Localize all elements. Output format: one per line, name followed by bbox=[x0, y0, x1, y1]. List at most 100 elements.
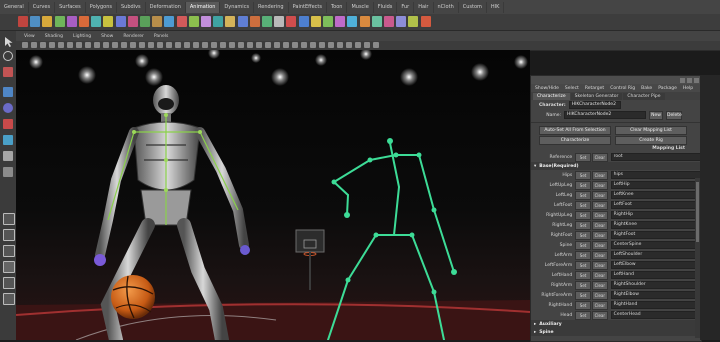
viewport-tool-icon[interactable] bbox=[103, 42, 109, 48]
viewport-tool-icon[interactable] bbox=[175, 42, 181, 48]
mapping-clear-button[interactable]: Clear bbox=[591, 180, 608, 190]
viewport-tool-icon[interactable] bbox=[40, 42, 46, 48]
shelf-tab-painteffects[interactable]: PaintEffects bbox=[289, 1, 327, 13]
viewport-tool-icon[interactable] bbox=[49, 42, 55, 48]
shelf-tool-icon[interactable] bbox=[79, 16, 89, 27]
layout-four-icon[interactable] bbox=[3, 229, 15, 241]
mapping-clear-button[interactable]: Clear bbox=[591, 210, 608, 220]
viewport-tool-icon[interactable] bbox=[85, 42, 91, 48]
shelf-tool-icon[interactable] bbox=[359, 16, 370, 27]
menu-view[interactable]: View bbox=[24, 34, 35, 39]
reference-clear-button[interactable]: Clear bbox=[591, 152, 608, 162]
viewport-tool-icon[interactable] bbox=[166, 42, 172, 48]
viewport-tool-icon[interactable] bbox=[211, 42, 217, 48]
mapping-clear-button[interactable]: Clear bbox=[591, 200, 608, 210]
shelf-tab-custom[interactable]: Custom bbox=[459, 1, 487, 13]
menu-show[interactable]: Show bbox=[101, 34, 113, 39]
mapping-set-button[interactable]: Set bbox=[575, 280, 591, 290]
mapping-value-field[interactable]: LeftShoulder bbox=[610, 251, 701, 259]
maximize-icon[interactable] bbox=[687, 77, 692, 83]
viewport-tool-icon[interactable] bbox=[130, 42, 136, 48]
shelf-tool-icon[interactable] bbox=[152, 16, 163, 27]
mapping-clear-button[interactable]: Clear bbox=[591, 170, 608, 180]
scale-tool-icon[interactable] bbox=[3, 119, 13, 129]
menu-shading[interactable]: Shading bbox=[45, 34, 63, 39]
shelf-tab-ncloth[interactable]: nCloth bbox=[434, 1, 459, 13]
mapping-set-button[interactable]: Set bbox=[575, 200, 591, 210]
viewport-tool-icon[interactable] bbox=[121, 42, 127, 48]
viewport-tool-icon[interactable] bbox=[220, 42, 226, 48]
shelf-tool-icon[interactable] bbox=[274, 16, 285, 27]
tab-character-pipe[interactable]: Character Pipe bbox=[623, 93, 665, 100]
layout-hypershade-icon[interactable] bbox=[3, 293, 15, 305]
shelf-tool-icon[interactable] bbox=[115, 16, 126, 27]
shelf-tool-icon[interactable] bbox=[164, 16, 175, 27]
mapping-set-button[interactable]: Set bbox=[575, 230, 591, 240]
name-field[interactable]: HIKCharacterNode2 bbox=[564, 111, 646, 119]
mapping-value-field[interactable]: LeftElbow bbox=[610, 261, 701, 269]
shelf-tab-animation[interactable]: Animation bbox=[185, 1, 221, 13]
shelf-tab-polygons[interactable]: Polygons bbox=[86, 1, 117, 13]
shelf-tool-icon[interactable] bbox=[140, 16, 150, 27]
viewport-tool-icon[interactable] bbox=[202, 42, 208, 48]
viewport-tool-icon[interactable] bbox=[256, 42, 262, 48]
viewport-tool-icon[interactable] bbox=[148, 42, 154, 48]
shelf-tool-icon[interactable] bbox=[91, 16, 102, 27]
hik-menu-retarget[interactable]: Retarget bbox=[585, 86, 604, 91]
shelf-tool-icon[interactable] bbox=[420, 16, 431, 27]
shelf-tool-icon[interactable] bbox=[30, 16, 41, 27]
layout-outliner-icon[interactable] bbox=[3, 261, 15, 273]
mapping-set-button[interactable]: Set bbox=[575, 290, 591, 300]
mapping-clear-button[interactable]: Clear bbox=[591, 310, 608, 320]
shelf-tab-rendering[interactable]: Rendering bbox=[254, 1, 289, 13]
mapping-set-button[interactable]: Set bbox=[575, 240, 591, 250]
character-dropdown[interactable]: HIKCharacterNode2 bbox=[568, 101, 621, 109]
viewport-tool-icon[interactable] bbox=[328, 42, 334, 48]
spine-section-header[interactable]: ▸ Spine bbox=[531, 328, 701, 336]
mapping-value-field[interactable]: RightElbow bbox=[610, 291, 701, 299]
mapping-clear-button[interactable]: Clear bbox=[591, 230, 608, 240]
shelf-tool-icon[interactable] bbox=[262, 16, 272, 27]
mapping-clear-button[interactable]: Clear bbox=[591, 290, 608, 300]
mapping-value-field[interactable]: LeftHip bbox=[610, 181, 701, 189]
shelf-tab-deformation[interactable]: Deformation bbox=[146, 1, 186, 13]
mapping-value-field[interactable]: CenterSpine bbox=[610, 241, 701, 249]
shelf-tool-icon[interactable] bbox=[201, 16, 211, 27]
viewport-tool-icon[interactable] bbox=[94, 42, 100, 48]
create-rig-button[interactable]: Create Rig bbox=[615, 135, 687, 145]
viewport-tool-icon[interactable] bbox=[31, 42, 37, 48]
viewport-tool-icon[interactable] bbox=[346, 42, 352, 48]
viewport-tool-icon[interactable] bbox=[364, 42, 370, 48]
viewport-tool-icon[interactable] bbox=[139, 42, 145, 48]
soft-mod-icon[interactable] bbox=[3, 151, 13, 161]
mapping-clear-button[interactable]: Clear bbox=[591, 190, 608, 200]
viewport-tool-icon[interactable] bbox=[265, 42, 271, 48]
auxiliary-section-header[interactable]: ▸ Auxiliary bbox=[531, 320, 701, 328]
layout-graph-icon[interactable] bbox=[3, 277, 15, 289]
shelf-tool-icon[interactable] bbox=[54, 16, 65, 27]
mapping-value-field[interactable]: LeftKnee bbox=[610, 191, 701, 199]
viewport-tool-icon[interactable] bbox=[76, 42, 82, 48]
viewport-tool-icon[interactable] bbox=[247, 42, 253, 48]
viewport-tool-icon[interactable] bbox=[355, 42, 361, 48]
viewport-tool-icon[interactable] bbox=[274, 42, 280, 48]
mapping-value-field[interactable]: RightShoulder bbox=[610, 281, 701, 289]
viewport-tool-icon[interactable] bbox=[112, 42, 118, 48]
auto-set-button[interactable]: Auto-Set All From Selection bbox=[539, 125, 611, 135]
mapping-value-field[interactable]: RightHand bbox=[610, 301, 701, 309]
layout-single-icon[interactable] bbox=[3, 213, 15, 225]
shelf-tab-general[interactable]: General bbox=[0, 1, 29, 13]
shelf-tab-subdivs[interactable]: Subdivs bbox=[117, 1, 146, 13]
shelf-tool-icon[interactable] bbox=[298, 16, 309, 27]
mapping-value-field[interactable]: LeftFoot bbox=[610, 201, 701, 209]
shelf-tool-icon[interactable] bbox=[237, 16, 248, 27]
shelf-tool-icon[interactable] bbox=[310, 16, 321, 27]
mapping-clear-button[interactable]: Clear bbox=[591, 240, 608, 250]
mapping-set-button[interactable]: Set bbox=[575, 220, 591, 230]
basketball[interactable] bbox=[111, 275, 155, 319]
paint-select-icon[interactable] bbox=[3, 67, 13, 77]
mapping-set-button[interactable]: Set bbox=[575, 300, 591, 310]
viewport-tool-icon[interactable] bbox=[301, 42, 307, 48]
scrollbar-thumb[interactable] bbox=[696, 182, 699, 242]
viewport-tool-icon[interactable] bbox=[22, 42, 28, 48]
